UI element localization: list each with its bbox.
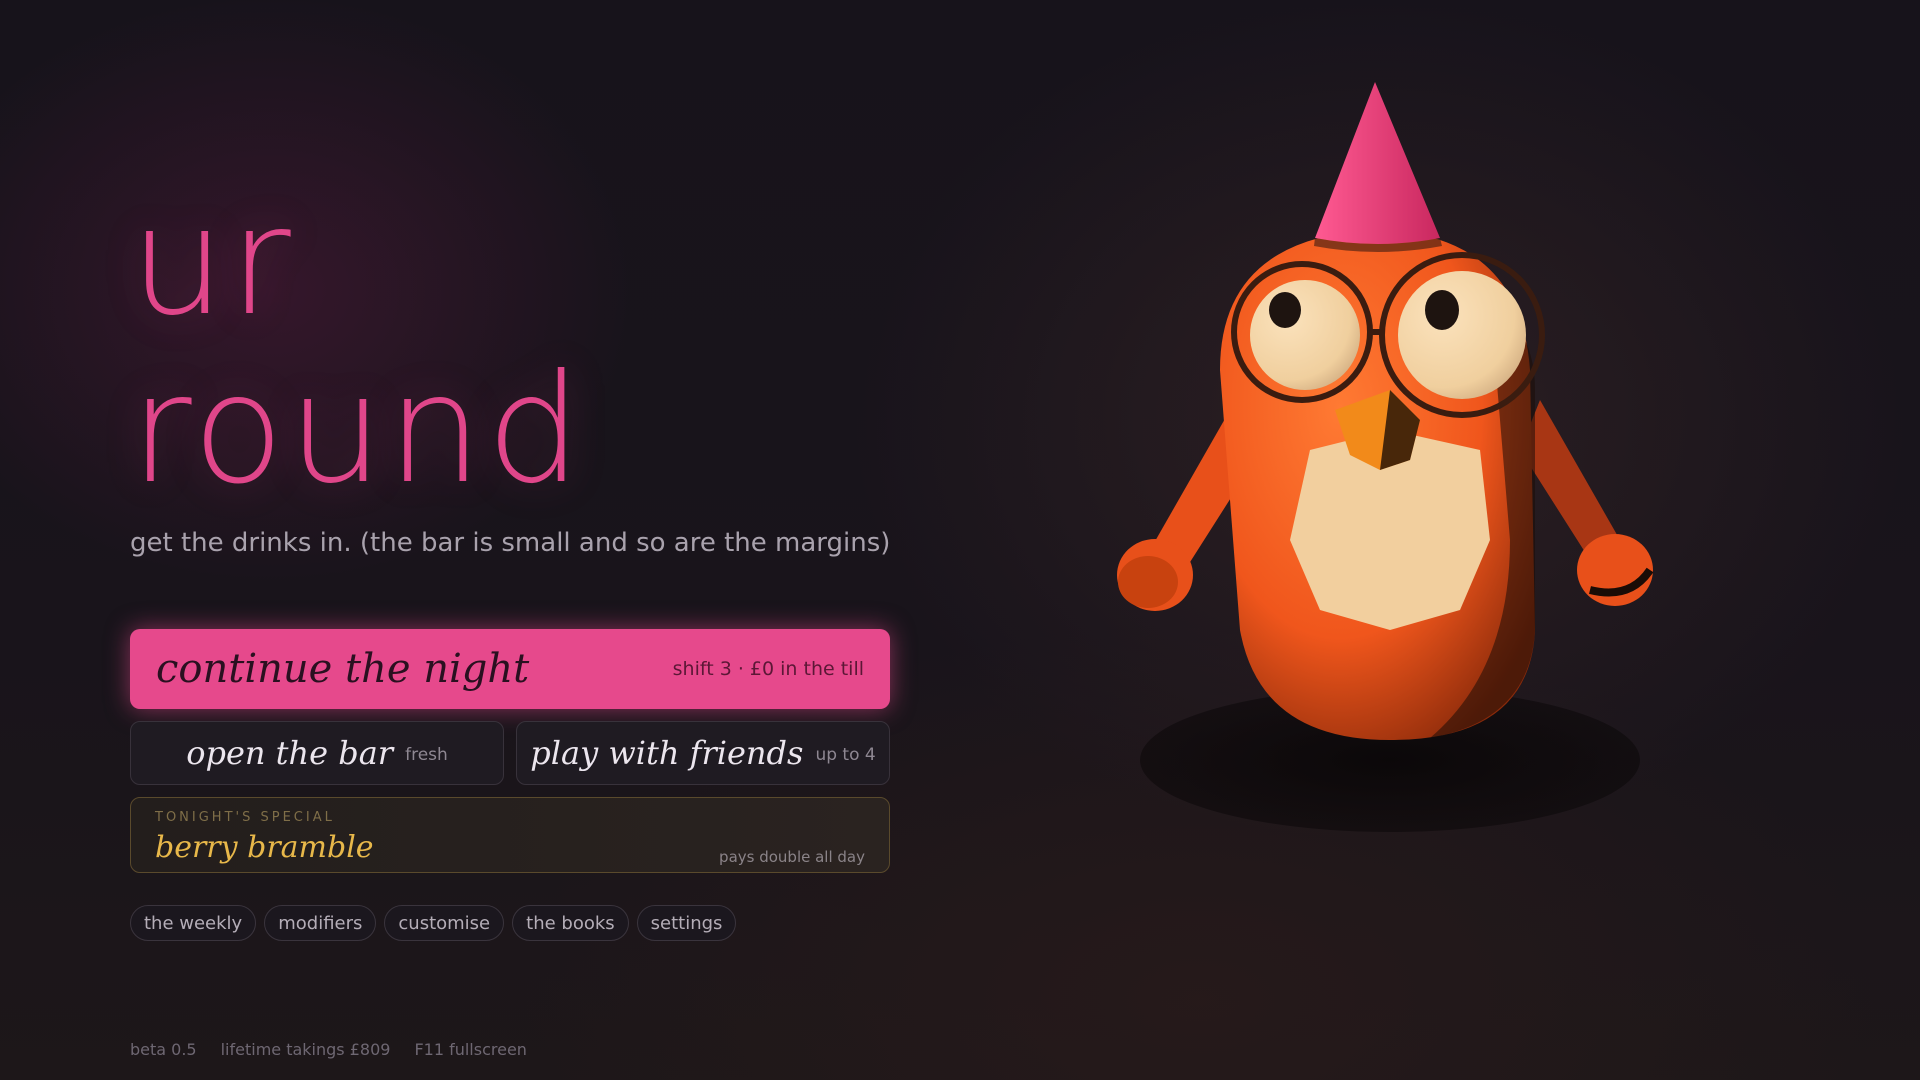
tonights-special-kicker: TONIGHT'S SPECIAL: [155, 810, 335, 825]
chip-modifiers[interactable]: modifiers: [264, 905, 377, 941]
open-bar-button[interactable]: open the bar fresh: [130, 721, 504, 785]
right-eye: [1398, 271, 1526, 399]
continue-button-label: continue the night: [156, 646, 530, 692]
open-bar-button-label: open the bar: [186, 734, 394, 772]
mascot-character: [1117, 82, 1654, 832]
right-arm: [1520, 400, 1654, 606]
play-with-friends-button-label: play with friends: [530, 734, 804, 772]
tonights-special-note: pays double all day: [719, 848, 865, 866]
party-hat: [1315, 82, 1440, 244]
version-label: beta 0.5: [130, 1040, 197, 1059]
play-with-friends-button-meta: up to 4: [815, 745, 876, 765]
game-title-line-1: ur: [130, 175, 295, 349]
chip-the-weekly[interactable]: the weekly: [130, 905, 257, 941]
tagline: get the drinks in. (the bar is small and…: [130, 528, 891, 558]
lifetime-takings: lifetime takings £809: [220, 1040, 391, 1059]
chip-the-books[interactable]: the books: [512, 905, 629, 941]
game-title-line-2: round: [130, 343, 586, 517]
continue-button[interactable]: continue the night shift 3 · £0 in the t…: [130, 629, 890, 709]
chip-settings[interactable]: settings: [636, 905, 737, 941]
tonights-special-name: berry bramble: [155, 830, 374, 865]
open-bar-button-meta: fresh: [405, 745, 448, 765]
fullscreen-hint: F11 fullscreen: [414, 1040, 527, 1059]
play-with-friends-button[interactable]: play with friends up to 4: [516, 721, 890, 785]
chip-customise[interactable]: customise: [384, 905, 505, 941]
tonights-special-card[interactable]: TONIGHT'S SPECIAL berry bramble pays dou…: [130, 797, 890, 873]
left-eye: [1250, 280, 1360, 390]
continue-button-meta: shift 3 · £0 in the till: [672, 658, 864, 680]
footer: beta 0.5 lifetime takings £809 F11 fulls…: [130, 1040, 527, 1059]
menu-chips: the weekly modifiers customise the books…: [130, 905, 737, 941]
game-title: ur round: [130, 178, 586, 514]
